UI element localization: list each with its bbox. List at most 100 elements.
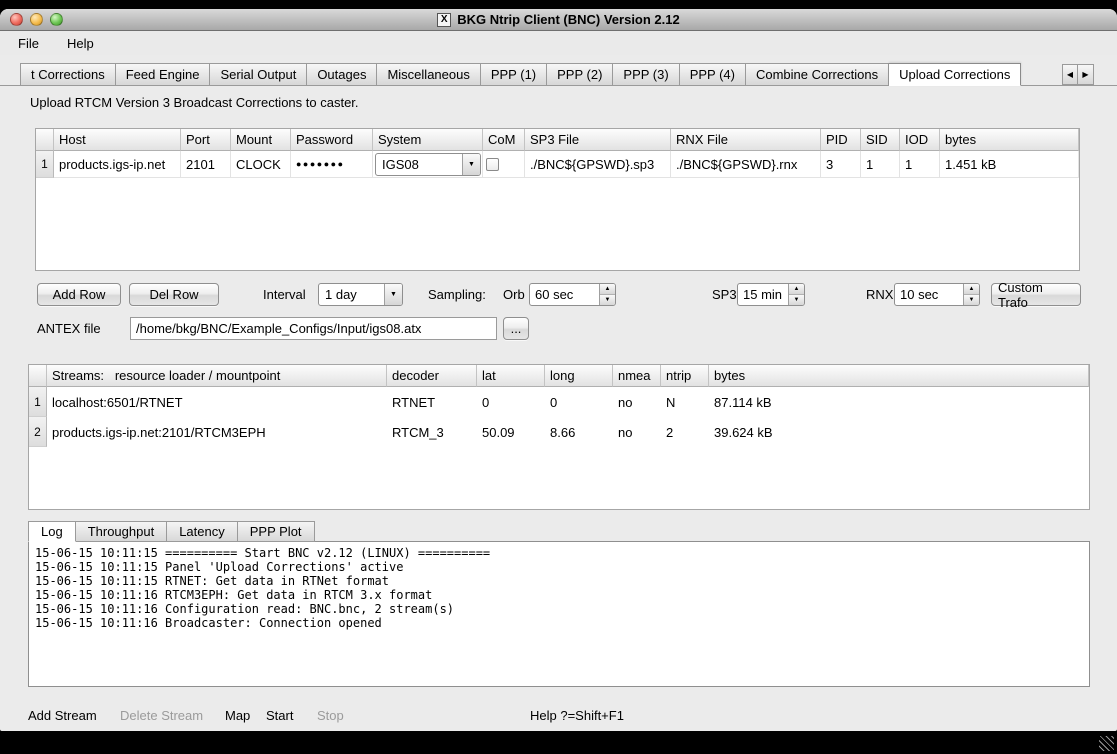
rnx-spinbox-value[interactable]: 10 sec: [895, 284, 963, 305]
tab-ppp-2[interactable]: PPP (2): [547, 63, 613, 86]
upload-table-row[interactable]: 1 products.igs-ip.net 2101 CLOCK ●●●●●●●…: [36, 151, 1079, 178]
interval-combobox[interactable]: 1 day ▼: [318, 283, 403, 306]
interval-label: Interval: [263, 283, 306, 307]
del-row-button[interactable]: Del Row: [129, 283, 219, 306]
spin-up-icon[interactable]: ▲: [600, 284, 615, 295]
add-stream-button[interactable]: Add Stream: [28, 706, 97, 726]
bnc-window: X BKG Ntrip Client (BNC) Version 2.12 Fi…: [0, 9, 1117, 731]
log-panel[interactable]: 15-06-15 10:11:15 ========== Start BNC v…: [28, 541, 1090, 687]
antex-file-input[interactable]: [130, 317, 497, 340]
tab-ppp-plot[interactable]: PPP Plot: [238, 521, 315, 542]
header-nmea: nmea: [613, 365, 661, 387]
antex-browse-button[interactable]: ...: [503, 317, 529, 340]
add-row-button[interactable]: Add Row: [37, 283, 121, 306]
cell-bytes: 87.114 kB: [709, 387, 1089, 417]
header-password: Password: [291, 129, 373, 151]
cell-host[interactable]: products.igs-ip.net: [54, 151, 181, 178]
cell-bytes: 39.624 kB: [709, 417, 1089, 447]
sp3-spinbox: 15 min ▲ ▼: [737, 283, 805, 306]
log-line: 15-06-15 10:11:16 Configuration read: BN…: [35, 602, 1083, 616]
sp3-label: SP3: [712, 283, 737, 307]
tab-broadcast-corrections[interactable]: t Corrections: [20, 63, 116, 86]
stream-row[interactable]: 2 products.igs-ip.net:2101/RTCM3EPH RTCM…: [29, 417, 1089, 447]
close-button[interactable]: [10, 13, 23, 26]
cell-com: [483, 151, 525, 178]
cell-system: IGS08 ▼: [373, 151, 483, 178]
cell-decoder: RTNET: [387, 387, 477, 417]
tab-scroll-left-button[interactable]: ◀: [1062, 64, 1078, 85]
tab-scroll-right-button[interactable]: ▶: [1078, 64, 1094, 85]
com-checkbox[interactable]: [486, 158, 499, 171]
rnx-label: RNX: [866, 283, 893, 307]
delete-stream-button[interactable]: Delete Stream: [120, 706, 203, 726]
spin-up-icon[interactable]: ▲: [964, 284, 979, 295]
tab-outages[interactable]: Outages: [307, 63, 377, 86]
header-com: CoM: [483, 129, 525, 151]
menu-bar: File Help: [0, 31, 1117, 55]
tab-log[interactable]: Log: [28, 521, 76, 542]
tab-ppp-1[interactable]: PPP (1): [481, 63, 547, 86]
cell-decoder: RTCM_3: [387, 417, 477, 447]
rnx-spinbox: 10 sec ▲ ▼: [894, 283, 980, 306]
header-rnx-file: RNX File: [671, 129, 821, 151]
antex-file-label: ANTEX file: [37, 317, 101, 341]
app-icon: X: [437, 13, 451, 27]
header-system: System: [373, 129, 483, 151]
bottom-action-bar: Add Stream Delete Stream Map Start Stop …: [0, 706, 1117, 726]
tab-ppp-4[interactable]: PPP (4): [680, 63, 746, 86]
sp3-spinbox-value[interactable]: 15 min: [738, 284, 788, 305]
tab-upload-corrections[interactable]: Upload Corrections: [889, 63, 1021, 86]
stop-button[interactable]: Stop: [317, 706, 344, 726]
orb-spinbox-value[interactable]: 60 sec: [530, 284, 599, 305]
menu-file[interactable]: File: [14, 34, 43, 53]
cell-iod[interactable]: 1: [900, 151, 940, 178]
cell-mountpoint: products.igs-ip.net:2101/RTCM3EPH: [47, 417, 387, 447]
spin-up-icon[interactable]: ▲: [789, 284, 804, 295]
minimize-button[interactable]: [30, 13, 43, 26]
spin-down-icon[interactable]: ▼: [964, 295, 979, 305]
help-shortcut-label: Help ?=Shift+F1: [530, 706, 624, 726]
header-bytes: bytes: [709, 365, 1089, 387]
cell-pid[interactable]: 3: [821, 151, 861, 178]
map-button[interactable]: Map: [225, 706, 250, 726]
tab-combine-corrections[interactable]: Combine Corrections: [746, 63, 889, 86]
header-lat: lat: [477, 365, 545, 387]
tab-latency[interactable]: Latency: [167, 521, 238, 542]
stream-row[interactable]: 1 localhost:6501/RTNET RTNET 0 0 no N 87…: [29, 387, 1089, 417]
menu-help[interactable]: Help: [63, 34, 98, 53]
zoom-button[interactable]: [50, 13, 63, 26]
spin-down-icon[interactable]: ▼: [789, 295, 804, 305]
orb-spinbox: 60 sec ▲ ▼: [529, 283, 616, 306]
chevron-right-icon: ▶: [1082, 70, 1088, 79]
tab-ppp-3[interactable]: PPP (3): [613, 63, 679, 86]
tab-feed-engine[interactable]: Feed Engine: [116, 63, 211, 86]
traffic-lights: [10, 13, 63, 26]
window-title: X BKG Ntrip Client (BNC) Version 2.12: [437, 12, 679, 27]
spin-down-icon[interactable]: ▼: [600, 295, 615, 305]
cell-rnx-file[interactable]: ./BNC${GPSWD}.rnx: [671, 151, 821, 178]
password-dots: ●●●●●●●: [296, 159, 345, 169]
tab-miscellaneous[interactable]: Miscellaneous: [377, 63, 480, 86]
title-bar[interactable]: X BKG Ntrip Client (BNC) Version 2.12: [0, 9, 1117, 31]
tab-throughput[interactable]: Throughput: [76, 521, 168, 542]
system-combobox[interactable]: IGS08 ▼: [375, 153, 481, 176]
resize-grip[interactable]: [1099, 736, 1114, 751]
bottom-tab-bar: Log Throughput Latency PPP Plot: [28, 521, 315, 542]
upload-controls: Add Row Del Row Interval 1 day ▼ Samplin…: [0, 283, 1117, 307]
tab-serial-output[interactable]: Serial Output: [210, 63, 307, 86]
cell-ntrip: N: [661, 387, 709, 417]
start-button[interactable]: Start: [266, 706, 293, 726]
cell-sp3-file[interactable]: ./BNC${GPSWD}.sp3: [525, 151, 671, 178]
chevron-left-icon: ◀: [1067, 70, 1073, 79]
cell-mount[interactable]: CLOCK: [231, 151, 291, 178]
streams-table-header-row: Streams: resource loader / mountpoint de…: [29, 365, 1089, 387]
cell-password[interactable]: ●●●●●●●: [291, 151, 373, 178]
log-line: 15-06-15 10:11:15 RTNET: Get data in RTN…: [35, 574, 1083, 588]
log-line: 15-06-15 10:11:15 Panel 'Upload Correcti…: [35, 560, 1083, 574]
cell-port[interactable]: 2101: [181, 151, 231, 178]
cell-sid[interactable]: 1: [861, 151, 900, 178]
antex-row: ANTEX file ...: [0, 317, 1117, 341]
cell-nmea: no: [613, 387, 661, 417]
custom-trafo-button[interactable]: Custom Trafo: [991, 283, 1081, 306]
system-combobox-value: IGS08: [376, 157, 462, 172]
